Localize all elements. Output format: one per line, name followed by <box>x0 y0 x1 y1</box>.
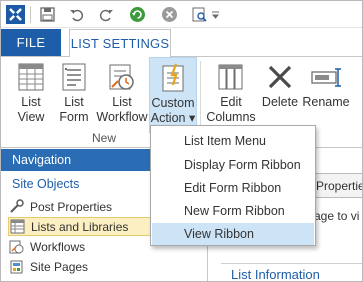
menu-item-view-ribbon[interactable]: View Ribbon <box>152 223 314 245</box>
list-workflow-icon <box>106 59 138 95</box>
edit-columns-icon <box>215 59 247 95</box>
list-form-button[interactable]: List Form <box>53 57 95 133</box>
workflows-icon <box>8 239 24 255</box>
tab-list-settings[interactable]: LIST SETTINGS <box>69 29 171 57</box>
rename-button[interactable]: Rename <box>301 57 351 133</box>
content-divider <box>221 263 362 264</box>
properties-tab[interactable]: Properties <box>313 173 362 198</box>
edit-columns-label-line1: Edit <box>220 95 242 109</box>
delete-label: Delete <box>261 95 299 109</box>
menu-item-edit-form-ribbon[interactable]: Edit Form Ribbon <box>152 177 314 199</box>
delete-button[interactable]: Delete <box>259 57 301 133</box>
app-logo-icon[interactable] <box>6 5 25 24</box>
ribbon-tab-row: FILE LIST SETTINGS <box>1 28 362 57</box>
list-workflow-label-line1: List <box>112 95 132 109</box>
custom-action-dropdown-menu: List Item Menu Display Form Ribbon Edit … <box>150 125 316 246</box>
site-pages-icon <box>8 259 24 275</box>
list-view-icon <box>15 59 47 95</box>
list-view-button[interactable]: List View <box>9 57 53 133</box>
nav-item-label: Site Pages <box>30 259 89 274</box>
list-form-label-line1: List <box>64 95 84 109</box>
list-form-icon <box>58 59 90 95</box>
custom-action-icon <box>157 60 189 96</box>
list-workflow-button[interactable]: List Workflow <box>95 57 149 133</box>
app-window: FILE LIST SETTINGS List View List Form L… <box>0 0 363 282</box>
list-view-label-line2: View <box>17 110 45 124</box>
nav-item-label: Lists and Libraries <box>31 219 129 234</box>
menu-item-new-form-ribbon[interactable]: New Form Ribbon <box>152 200 314 222</box>
edit-columns-label-line2: Columns <box>206 110 256 124</box>
tab-file[interactable]: FILE <box>1 29 61 56</box>
menu-item-list-item-menu[interactable]: List Item Menu <box>152 130 314 152</box>
rename-icon <box>310 59 342 95</box>
quick-access-toolbar <box>1 1 362 28</box>
refresh-icon[interactable] <box>128 5 147 24</box>
edit-columns-button[interactable]: Edit Columns <box>203 57 259 133</box>
nav-item-label: Workflows <box>30 239 86 254</box>
list-workflow-label-line2: Workflow <box>96 110 148 124</box>
redo-icon[interactable] <box>97 5 116 24</box>
list-view-label-line1: List <box>21 95 41 109</box>
custom-action-label-line2: Action ▾ <box>150 111 196 125</box>
list-form-label-line2: Form <box>59 110 89 124</box>
undo-icon[interactable] <box>67 5 86 24</box>
ribbon-group-label-new: New <box>92 131 117 145</box>
delete-icon <box>264 59 296 95</box>
customize-toolbar-icon[interactable] <box>209 5 221 24</box>
rename-label: Rename <box>302 95 350 109</box>
list-information-heading: List Information <box>231 267 320 282</box>
custom-action-button[interactable]: Custom Action ▾ <box>149 57 197 133</box>
preview-in-browser-icon[interactable] <box>190 5 209 24</box>
menu-item-display-form-ribbon[interactable]: Display Form Ribbon <box>152 154 314 176</box>
site-objects-heading[interactable]: Site Objects <box>12 177 79 191</box>
stop-icon[interactable] <box>160 5 179 24</box>
nav-item-site-pages[interactable]: Site Pages <box>8 257 206 276</box>
properties-icon <box>8 199 24 215</box>
custom-action-label-line1: Custom <box>151 96 195 110</box>
toolbar-separator <box>30 6 31 23</box>
nav-item-label: Post Properties <box>30 199 113 214</box>
save-icon[interactable] <box>38 5 57 24</box>
lists-libraries-icon <box>9 219 25 235</box>
content-text: age to vi <box>314 209 360 223</box>
